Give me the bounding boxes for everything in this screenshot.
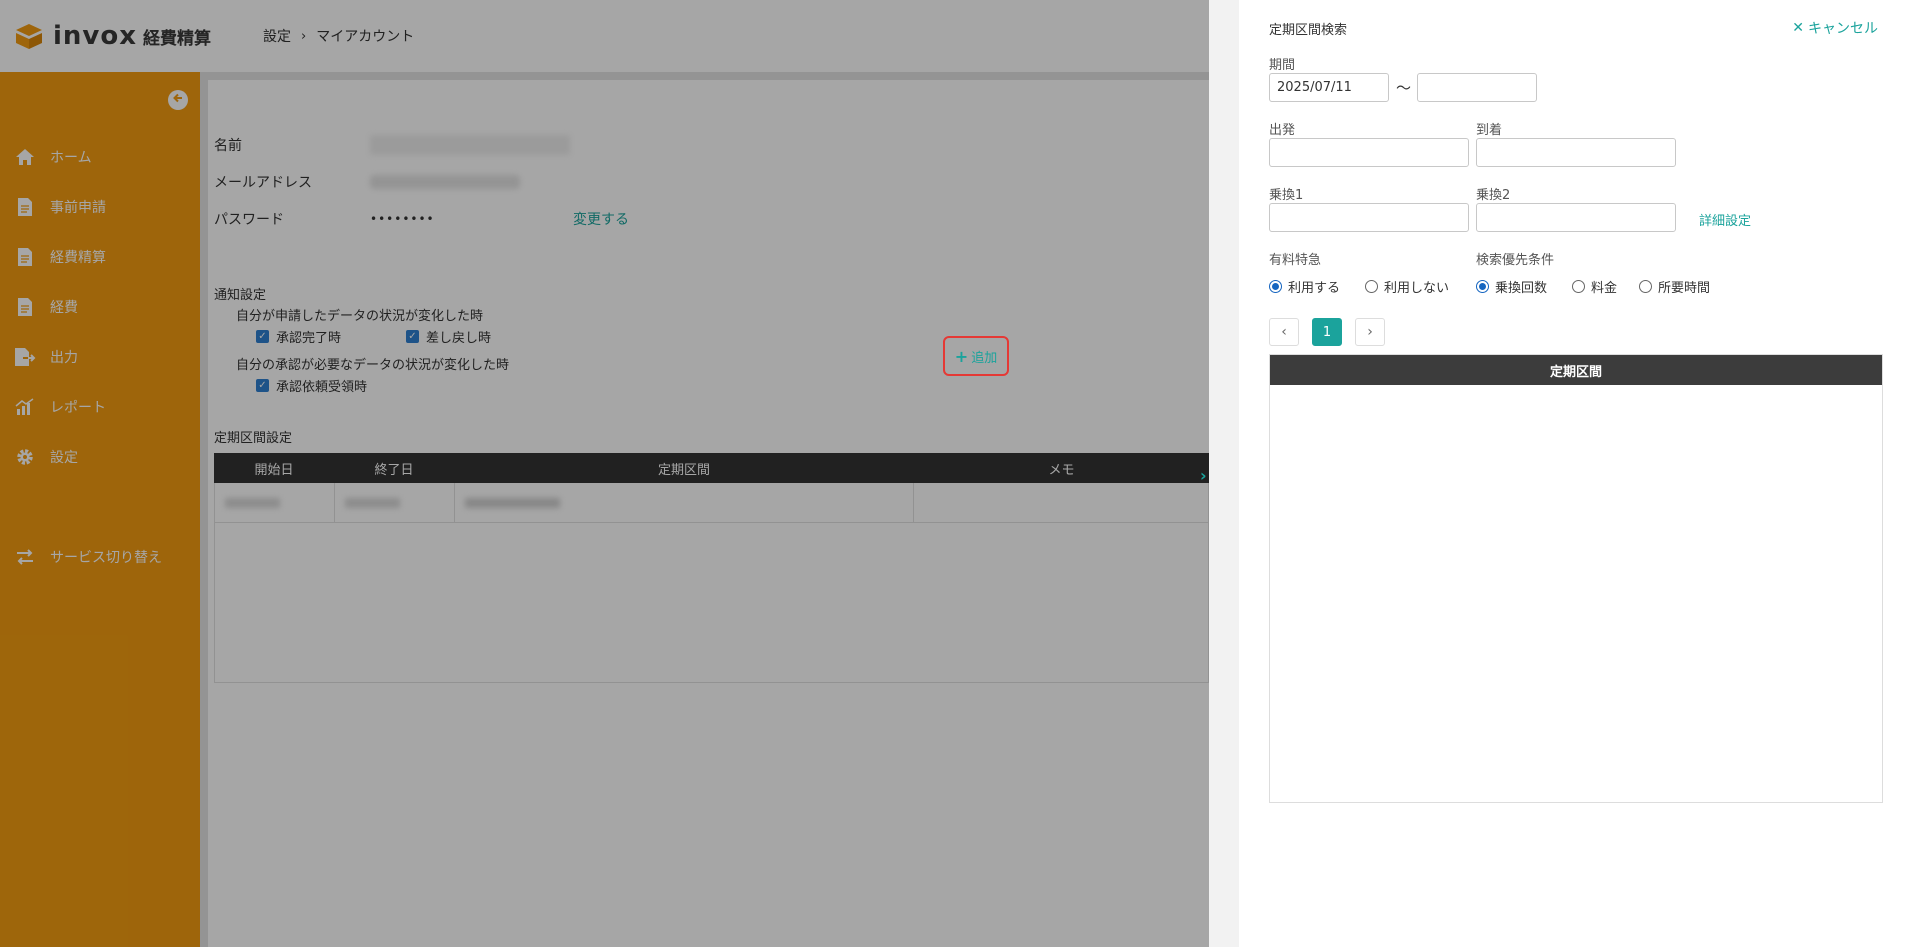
- pager-prev-button[interactable]: ‹: [1269, 318, 1299, 346]
- add-commute-button[interactable]: + 追加: [943, 336, 1009, 376]
- radio-unselected-icon: [1365, 280, 1378, 293]
- express-label: 有料特急: [1269, 253, 1322, 268]
- radio-selected-icon: [1476, 280, 1489, 293]
- express-use-label: 利用する: [1288, 281, 1341, 296]
- priority-time-radio[interactable]: 所要時間: [1639, 277, 1710, 296]
- detail-settings-link[interactable]: 詳細設定: [1699, 210, 1751, 229]
- close-icon: ✕: [1792, 20, 1804, 36]
- transfer2-input[interactable]: [1476, 203, 1676, 232]
- panel-title: 定期区間検索: [1269, 23, 1348, 38]
- result-column-header: 定期区間: [1270, 355, 1882, 385]
- search-result-table: 定期区間: [1269, 354, 1883, 803]
- priority-label: 検索優先条件: [1476, 253, 1555, 268]
- chevron-right-icon: ›: [1367, 324, 1373, 340]
- commute-search-panel: › 定期区間検索 ✕ キャンセル 期間 2025/07/11 〜 出発 到着 乗…: [1200, 0, 1920, 947]
- radio-unselected-icon: [1572, 280, 1585, 293]
- add-button-label: 追加: [971, 350, 998, 366]
- express-not-use-radio[interactable]: 利用しない: [1365, 277, 1449, 296]
- radio-unselected-icon: [1639, 280, 1652, 293]
- departure-label: 出発: [1269, 123, 1296, 138]
- priority-transfers-radio[interactable]: 乗換回数: [1476, 277, 1547, 296]
- priority-fare-label: 料金: [1591, 281, 1618, 296]
- cancel-button[interactable]: ✕ キャンセル: [1792, 18, 1878, 38]
- pager-page-1[interactable]: 1: [1312, 318, 1342, 346]
- arrival-label: 到着: [1476, 123, 1503, 138]
- priority-transfers-label: 乗換回数: [1495, 281, 1548, 296]
- panel-edge-strip: [1209, 0, 1239, 947]
- arrival-input[interactable]: [1476, 138, 1676, 167]
- departure-input[interactable]: [1269, 138, 1469, 167]
- chevron-left-icon: ‹: [1281, 324, 1287, 340]
- cancel-label: キャンセル: [1808, 21, 1878, 37]
- period-label: 期間: [1269, 58, 1296, 73]
- pager-next-button[interactable]: ›: [1355, 318, 1385, 346]
- priority-time-label: 所要時間: [1658, 281, 1711, 296]
- period-to-input[interactable]: [1417, 73, 1537, 102]
- plus-icon: +: [954, 346, 969, 366]
- express-use-radio[interactable]: 利用する: [1269, 277, 1340, 296]
- panel-collapse-chevron-icon[interactable]: ›: [1200, 466, 1207, 485]
- transfer2-label: 乗換2: [1476, 188, 1511, 203]
- transfer1-label: 乗換1: [1269, 188, 1304, 203]
- period-tilde: 〜: [1396, 79, 1412, 97]
- radio-selected-icon: [1269, 280, 1282, 293]
- period-from-input[interactable]: 2025/07/11: [1269, 73, 1389, 102]
- modal-backdrop[interactable]: [0, 0, 1209, 947]
- express-not-use-label: 利用しない: [1384, 281, 1450, 296]
- priority-fare-radio[interactable]: 料金: [1572, 277, 1617, 296]
- transfer1-input[interactable]: [1269, 203, 1469, 232]
